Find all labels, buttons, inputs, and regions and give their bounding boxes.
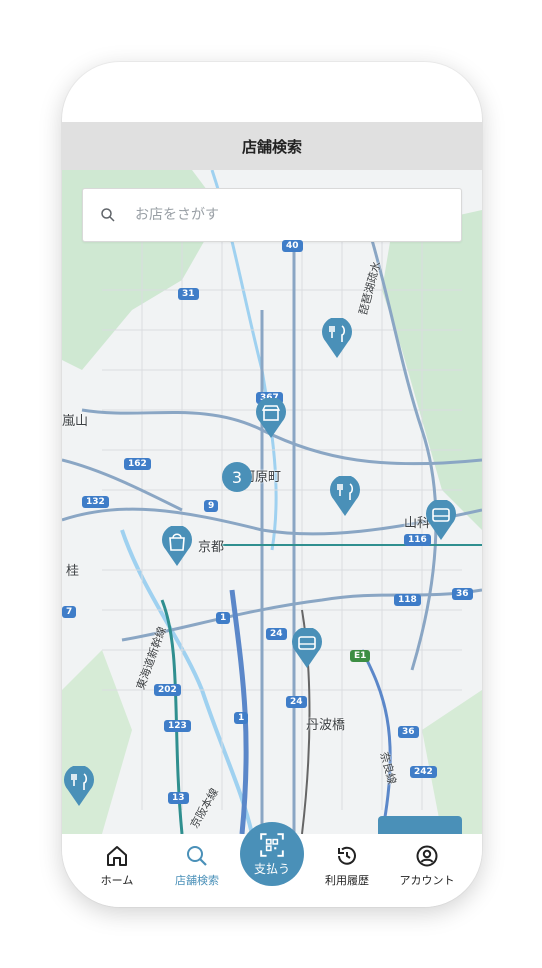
history-icon — [338, 846, 356, 865]
road-badge: 24 — [286, 696, 307, 708]
road-badge: 202 — [154, 684, 181, 696]
map-label-arashiyama: 嵐山 — [62, 414, 89, 429]
tab-home-label: ホーム — [100, 874, 134, 887]
road-badge: 123 — [164, 720, 191, 732]
map-label-katsura: 桂 — [66, 564, 80, 579]
shop-pin-icon[interactable] — [254, 398, 288, 438]
tab-store-search-label: 店舗検索 — [175, 874, 219, 887]
tab-history-label: 利用履歴 — [325, 874, 369, 887]
road-badge: 242 — [410, 766, 437, 778]
green-area — [62, 650, 132, 834]
search-icon — [101, 208, 115, 222]
road-badge: 132 — [82, 496, 109, 508]
road-badge: 36 — [452, 588, 473, 600]
road-badge: 13 — [168, 792, 189, 804]
road-badge: 9 — [204, 500, 219, 512]
search-bar[interactable] — [82, 188, 462, 242]
road-badge: 40 — [282, 240, 303, 252]
tab-home[interactable]: ホーム — [77, 844, 157, 888]
pay-button[interactable]: 支払う — [240, 822, 304, 886]
app-header: 店舗検索 — [62, 122, 482, 170]
map-label-kyoto: 京都 — [198, 540, 225, 555]
page-title: 店舗検索 — [241, 137, 302, 156]
map-canvas[interactable] — [62, 170, 482, 834]
map-action-button[interactable] — [378, 816, 462, 834]
cluster-marker[interactable]: 3 — [222, 462, 252, 492]
road-badge: 118 — [394, 594, 421, 606]
qr-scan-icon — [260, 833, 284, 857]
restaurant-pin-icon[interactable] — [328, 476, 362, 516]
tab-history[interactable]: 利用履歴 — [307, 844, 387, 888]
bottom-tab-bar: ホーム 店舗検索 支払う 利用履歴 アカウント — [62, 822, 482, 907]
restaurant-pin-icon[interactable] — [62, 766, 96, 806]
road-badge: 36 — [398, 726, 419, 738]
highway — [360, 649, 392, 834]
bus-pin-icon[interactable] — [424, 500, 458, 540]
tab-account-label: アカウント — [399, 874, 455, 887]
road-badge: E1 — [350, 650, 371, 662]
map-label-tanbabashi: 丹波橋 — [306, 718, 346, 733]
home-icon — [107, 846, 127, 866]
road-badge: 31 — [178, 288, 199, 300]
road-badge: 24 — [266, 628, 287, 640]
restaurant-pin-icon[interactable] — [320, 318, 354, 358]
road-badge: 1 — [216, 612, 231, 624]
map-view[interactable]: 嵐山 桂 京都 河原町 山科 丹波橋 東海道新幹線 京阪本線 琵琶湖疏水 奈良線… — [62, 170, 482, 834]
bus-pin-icon[interactable] — [290, 628, 324, 668]
account-icon — [416, 845, 438, 867]
tab-store-search[interactable]: 店舗検索 — [157, 844, 237, 888]
search-icon — [187, 846, 207, 866]
pay-button-label: 支払う — [253, 862, 290, 876]
road-badge: 7 — [62, 606, 77, 618]
green-area — [422, 690, 482, 834]
shopping-bag-pin-icon[interactable] — [160, 526, 194, 566]
road-badge: 162 — [124, 458, 151, 470]
road-badge: 1 — [234, 712, 249, 724]
search-input[interactable] — [133, 206, 437, 224]
tab-account[interactable]: アカウント — [387, 844, 467, 888]
phone-frame: 店舗検索 お店をさがす 嵐山 桂 京都 河原町 山科 丹波橋 東海道新幹線 京阪… — [62, 62, 482, 907]
